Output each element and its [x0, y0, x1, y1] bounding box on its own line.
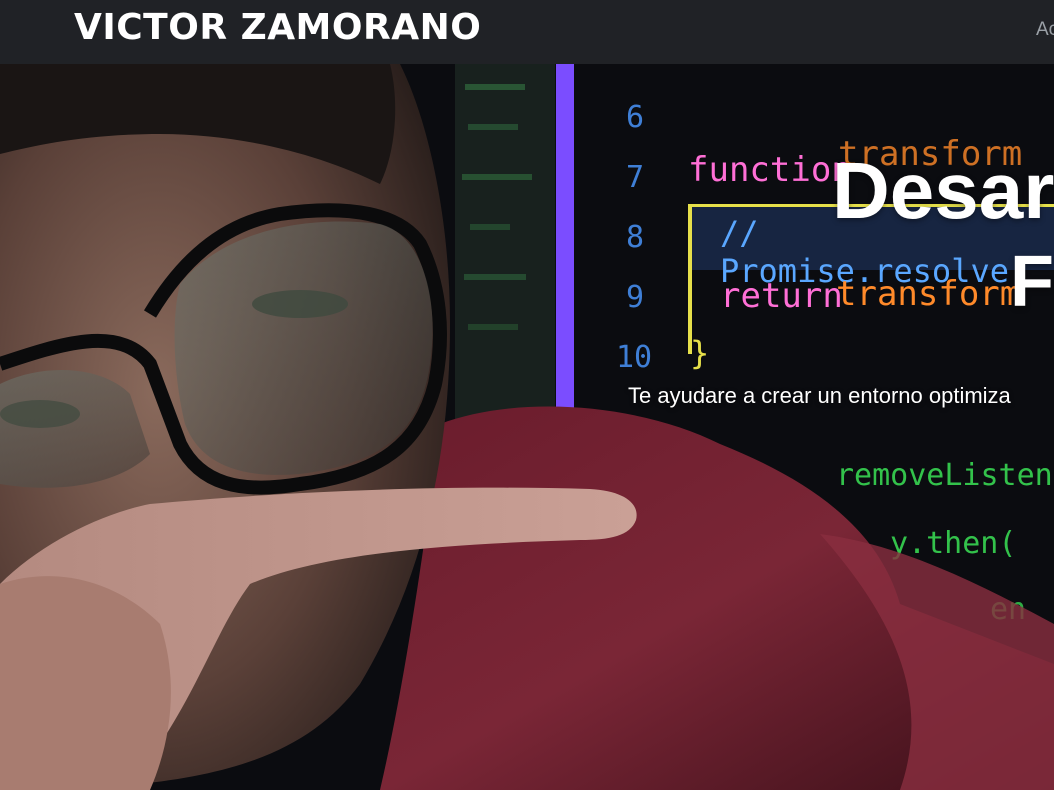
hero-title-line2: F	[1010, 242, 1054, 322]
brand-logo[interactable]: VICTOR ZAMORANO	[74, 6, 481, 50]
top-navbar: VICTOR ZAMORANO Ac	[0, 0, 1054, 64]
nav-link-partial[interactable]: Ac	[1036, 18, 1054, 42]
hero-title: Desar	[832, 146, 1054, 235]
hero-section: 6 7 8 9 10 function transform // Promise…	[0, 64, 1054, 790]
hero-subtitle: Te ayudare a crear un entorno optimiza	[628, 383, 1011, 408]
